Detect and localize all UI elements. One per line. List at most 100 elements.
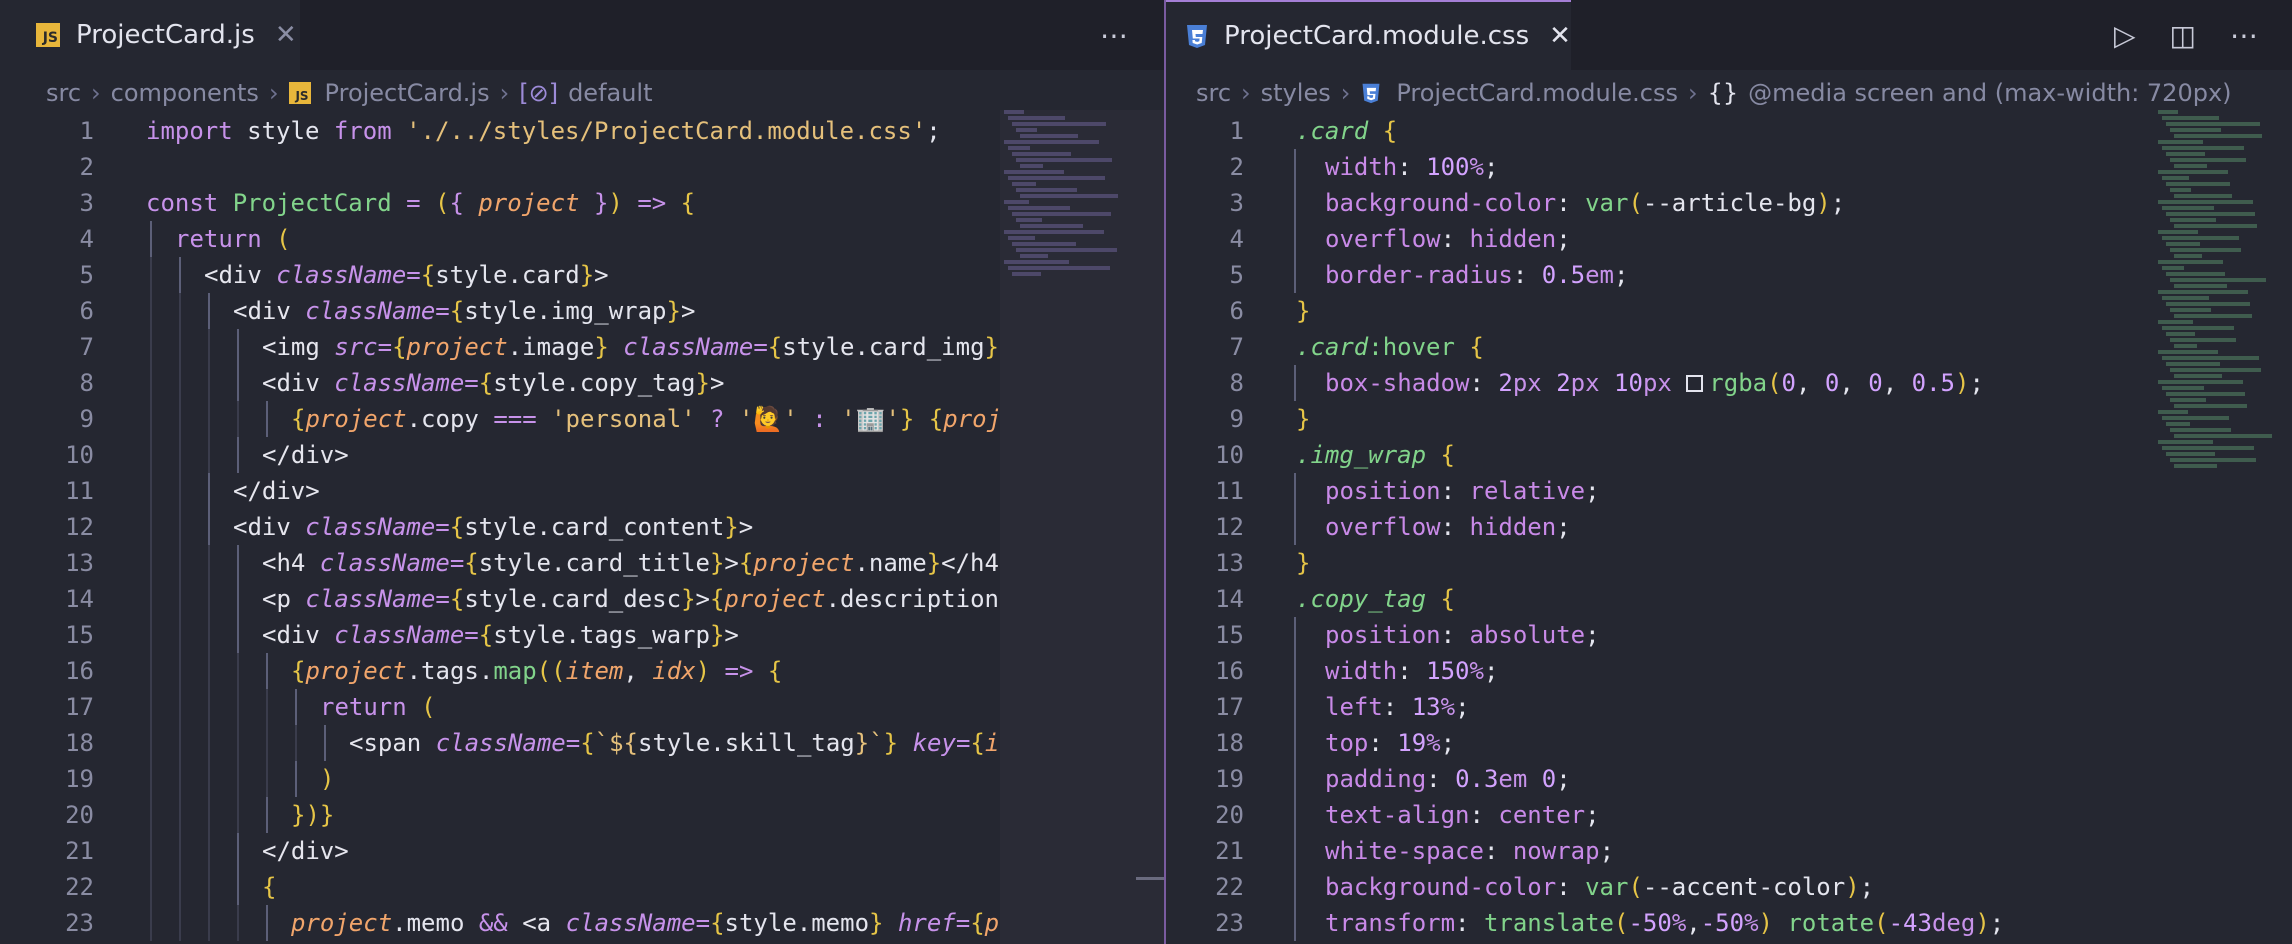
code-line[interactable]: 12 overflow: hidden;: [1166, 509, 2292, 545]
code-line[interactable]: 8 box-shadow: 2px 2px 10px rgba(0, 0, 0, …: [1166, 365, 2292, 401]
close-icon[interactable]: ✕: [1549, 21, 1571, 51]
minimap-line: [1020, 164, 1043, 168]
tab-projectcard-css[interactable]: ProjectCard.module.css ✕: [1166, 0, 1571, 70]
minimap-line: [1016, 128, 1037, 132]
indent-guide: [150, 221, 152, 257]
code-text: <div className={style.card}>: [204, 257, 609, 293]
code-line[interactable]: 13}: [1166, 545, 2292, 581]
code-line[interactable]: 18 <span className={`${style.skill_tag}`}…: [0, 725, 1164, 761]
code-line[interactable]: 1 .card {: [1166, 113, 2292, 149]
breadcrumb-item-symbol[interactable]: default: [568, 79, 652, 107]
code-line[interactable]: 23 project.memo && <a className={style.me…: [0, 905, 1164, 941]
code-line[interactable]: 22 background-color: var(--accent-color);: [1166, 869, 2292, 905]
breadcrumb-item-src[interactable]: src: [46, 79, 81, 107]
code-token: ;: [1483, 657, 1499, 685]
code-line[interactable]: 3 background-color: var(--article-bg);: [1166, 185, 2292, 221]
code-line[interactable]: 5 <div className={style.card}>: [0, 257, 1164, 293]
run-icon[interactable]: ▷: [2114, 19, 2136, 52]
minimap-line: [1004, 140, 1099, 144]
code-line[interactable]: 12 <div className={style.card_content}>: [0, 509, 1164, 545]
code-line[interactable]: 2 width: 100%;: [1166, 149, 2292, 185]
minimap[interactable]: [1000, 110, 1164, 944]
line-number: 1: [1229, 117, 1244, 145]
code-line[interactable]: 14 .copy_tag {: [1166, 581, 2292, 617]
code-line[interactable]: 6 <div className={style.img_wrap}>: [0, 293, 1164, 329]
code-line[interactable]: 14 <p className={style.card_desc}>{projec…: [0, 581, 1164, 617]
split-editor-icon[interactable]: ◫: [2170, 19, 2196, 52]
code-line[interactable]: 2: [0, 149, 1164, 185]
indent-guide: [1294, 653, 1296, 689]
line-number: 8: [79, 369, 94, 397]
code-line[interactable]: 21 white-space: nowrap;: [1166, 833, 2292, 869]
breadcrumb-item-src[interactable]: src: [1196, 79, 1231, 107]
line-number: 9: [79, 405, 94, 433]
code-line[interactable]: 16 {project.tags.map((item, idx) => {: [0, 653, 1164, 689]
code-token: <div: [262, 369, 335, 397]
code-token: ProjectCard: [232, 189, 407, 217]
code-line[interactable]: 16 width: 150%;: [1166, 653, 2292, 689]
code-line[interactable]: 18 top: 19%;: [1166, 725, 2292, 761]
code-line[interactable]: 20 text-align: center;: [1166, 797, 2292, 833]
code-token: =: [955, 909, 971, 937]
code-line[interactable]: 7 <img src={project.image} className={sty…: [0, 329, 1164, 365]
code-editor[interactable]: 1 import style from './../styles/ProjectC…: [0, 113, 1164, 944]
code-line[interactable]: 10 .img_wrap {: [1166, 437, 2292, 473]
code-line[interactable]: 22 {: [0, 869, 1164, 905]
breadcrumb-item-styles[interactable]: styles: [1261, 79, 1331, 107]
code-line[interactable]: 20})}: [0, 797, 1164, 833]
close-icon[interactable]: ✕: [275, 20, 297, 50]
code-line[interactable]: 19 padding: 0.3em 0;: [1166, 761, 2292, 797]
code-token: import: [146, 117, 248, 145]
minimap-line: [2174, 224, 2257, 228]
code-line[interactable]: 11 </div>: [0, 473, 1164, 509]
code-line[interactable]: 17 return (: [0, 689, 1164, 725]
code-line[interactable]: 17 left: 13%;: [1166, 689, 2292, 725]
more-actions-icon[interactable]: ⋯: [2230, 19, 2258, 52]
breadcrumb-item-components[interactable]: components: [111, 79, 259, 107]
indent-guide: [266, 401, 268, 437]
code-token: ;: [1859, 873, 1875, 901]
code-line[interactable]: 15 <div className={style.tags_warp}>: [0, 617, 1164, 653]
code-line[interactable]: 3 const ProjectCard = ({ project }) => {: [0, 185, 1164, 221]
tab-projectcard-js[interactable]: JS ProjectCard.js ✕: [0, 0, 300, 70]
scrollbar[interactable]: [1136, 877, 1164, 880]
code-line[interactable]: 15 position: absolute;: [1166, 617, 2292, 653]
indent-guide: [179, 545, 181, 581]
code-line[interactable]: 4 return (: [0, 221, 1164, 257]
code-token: .img_wrap: [1296, 441, 1441, 469]
code-line[interactable]: 10 </div>: [0, 437, 1164, 473]
code-text: return (: [175, 221, 291, 257]
line-number: 17: [65, 693, 94, 721]
code-token: %: [1426, 729, 1441, 757]
minimap-line: [2158, 170, 2228, 174]
indent-guide: [237, 833, 239, 869]
code-line[interactable]: 23 transform: translate(-50%,-50%) rotate…: [1166, 905, 2292, 941]
code-token: ): [1816, 189, 1831, 217]
code-line[interactable]: 21 </div>: [0, 833, 1164, 869]
code-line[interactable]: 7 .card:hover {: [1166, 329, 2292, 365]
code-token: 2: [1498, 369, 1513, 397]
code-line[interactable]: 5 border-radius: 0.5em;: [1166, 257, 2292, 293]
code-token: >: [594, 261, 609, 289]
code-line[interactable]: 1 import style from './../styles/ProjectC…: [0, 113, 1164, 149]
code-line[interactable]: 9}: [1166, 401, 2292, 437]
code-text: {project.tags.map((item, idx) => {: [291, 653, 782, 689]
code-text: <span className={`${style.skill_tag}`} k…: [349, 725, 1014, 761]
code-line[interactable]: 9 {project.copy === 'personal' ? '🙋' : '🏢…: [0, 401, 1164, 437]
code-line[interactable]: 8 <div className={style.copy_tag}>: [0, 365, 1164, 401]
color-swatch-icon[interactable]: [1686, 375, 1704, 392]
code-token: em: [1498, 765, 1542, 793]
minimap-line: [2170, 458, 2256, 462]
code-line[interactable]: 11 position: relative;: [1166, 473, 2292, 509]
code-line[interactable]: 19): [0, 761, 1164, 797]
indent-guide: [266, 761, 268, 797]
breadcrumb-item-file[interactable]: ProjectCard.module.css: [1396, 79, 1678, 107]
code-line[interactable]: 6}: [1166, 293, 2292, 329]
code-line[interactable]: 4 overflow: hidden;: [1166, 221, 2292, 257]
minimap[interactable]: [2154, 110, 2292, 525]
more-actions-icon[interactable]: ⋯: [1100, 19, 1128, 52]
breadcrumb-item-symbol[interactable]: @media screen and (max-width: 720px): [1748, 79, 2231, 107]
code-line[interactable]: 13 <h4 className={style.card_title}>{proj…: [0, 545, 1164, 581]
code-editor[interactable]: 1 .card {2 width: 100%; 3 background-color: …: [1166, 113, 2292, 944]
breadcrumb-item-file[interactable]: ProjectCard.js: [325, 79, 490, 107]
